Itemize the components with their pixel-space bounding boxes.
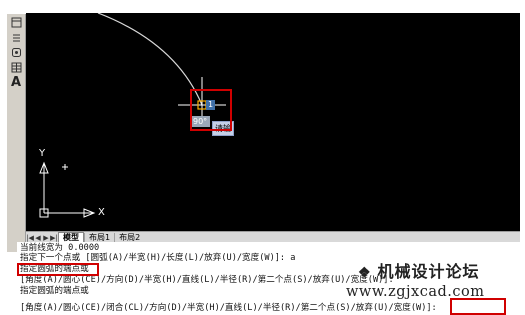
cursor-highlight-box <box>190 89 232 131</box>
command-line-6: [角度(A)/圆心(CE)/闭合(CL)/方向(D)/半宽(H)/直线(L)/半… <box>20 303 437 313</box>
command-line-4: [角度(A)/圆心(CE)/方向(D)/半宽(H)/直线(L)/半径(R)/第二… <box>20 275 394 285</box>
tab-layout2[interactable]: 布局2 <box>114 232 144 243</box>
arc-polyline <box>97 13 203 106</box>
tab-prev-icon[interactable]: ◀ <box>34 234 42 242</box>
watermark-logo: ❖ 机械设计论坛 <box>358 262 480 281</box>
command-line-5: 指定圆弧的端点或 <box>20 286 89 296</box>
tab-last-icon[interactable]: ▶| <box>50 234 58 242</box>
ucs-x-label: X <box>98 207 105 218</box>
draw-toolbar: A <box>7 14 26 252</box>
prompt-highlight-box <box>17 263 99 276</box>
width-option-highlight-box <box>450 298 506 315</box>
grid-table-icon[interactable] <box>9 61 23 74</box>
tab-next-icon[interactable]: ▶ <box>42 234 50 242</box>
multiline-icon[interactable] <box>9 31 23 44</box>
ucs-y-label: Y <box>39 148 46 159</box>
text-tool-button[interactable]: A <box>9 75 23 90</box>
command-line-2: 指定下一个点或 [圆弧(A)/半宽(H)/长度(L)/放弃(U)/宽度(W)]:… <box>20 253 296 263</box>
watermark-url: www.zgjxcad.com <box>346 284 485 300</box>
canvas-drawing <box>39 13 226 218</box>
table-icon[interactable] <box>9 16 23 29</box>
command-line-1: 当前线宽为 0.0000 <box>20 243 100 253</box>
tab-layout1[interactable]: 布局1 <box>84 232 114 243</box>
tab-first-icon[interactable]: |◀ <box>26 234 34 242</box>
drawing-canvas[interactable]: Y X 90° 1 请输 <box>26 13 520 231</box>
region-icon[interactable] <box>9 46 23 59</box>
